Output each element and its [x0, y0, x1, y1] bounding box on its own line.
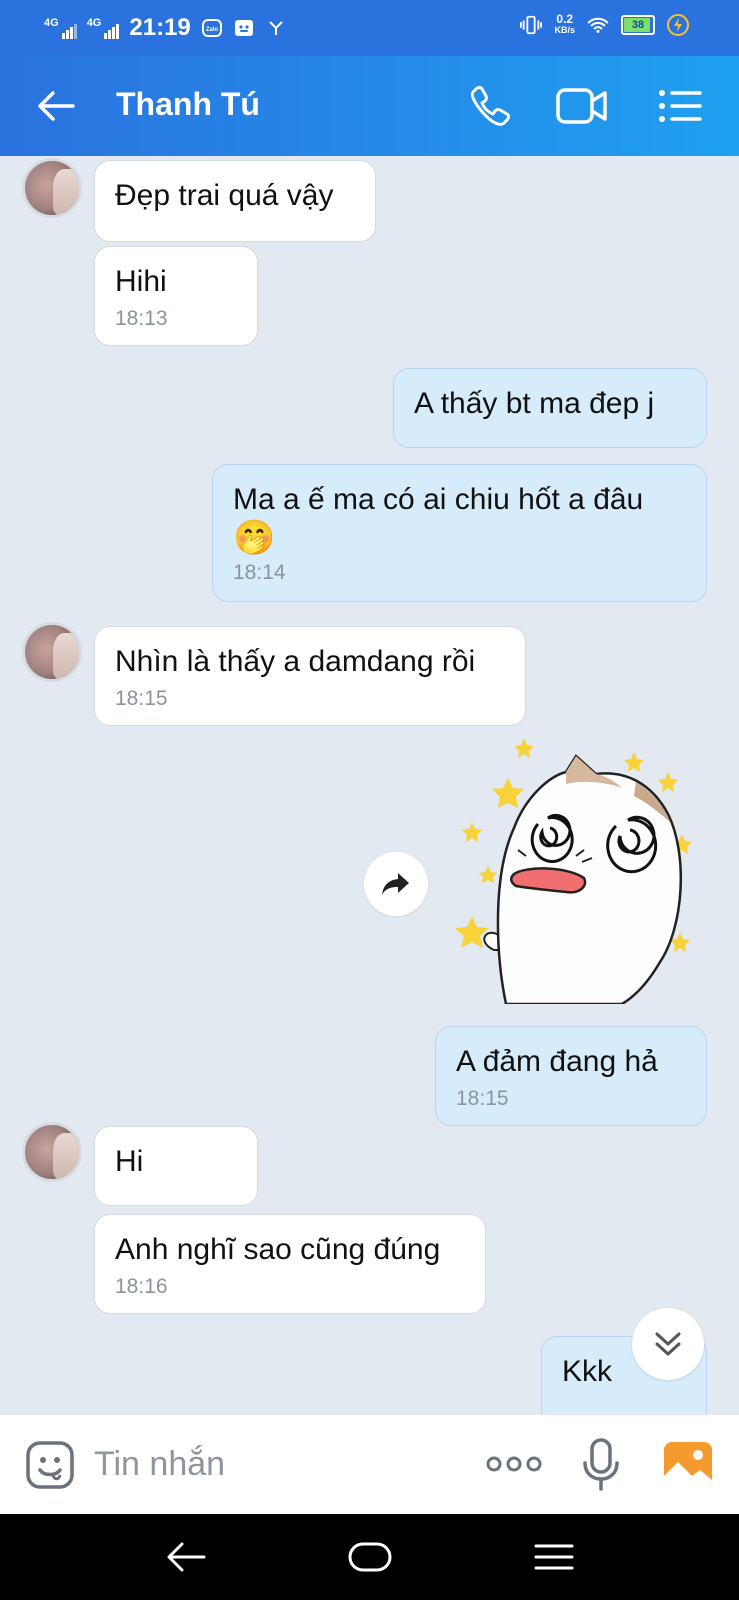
system-home-button[interactable] — [340, 1532, 400, 1582]
message-text: Ma a ế ma có ai chiu hốt a đâu — [233, 483, 644, 516]
incoming-message[interactable]: Hi — [94, 1126, 258, 1206]
network-type-label: 4G — [44, 17, 59, 29]
status-time: 21:19 — [129, 14, 191, 41]
message-time: 18:15 — [456, 1087, 509, 1110]
battery-level: 38 — [631, 19, 645, 31]
outgoing-message[interactable]: Ma a ế ma có ai chiu hốt a đâu 🤭 18:14 — [212, 464, 707, 602]
message-text: Hihi — [115, 265, 167, 298]
conversation-title[interactable]: Thanh Tú — [116, 86, 260, 123]
data-speed-unit: KB/s — [554, 25, 575, 35]
more-options-button[interactable] — [484, 1449, 544, 1479]
phone-icon — [470, 86, 510, 126]
message-input-bar: Tin nhắn — [0, 1414, 739, 1515]
messenger-notification-icon — [265, 17, 287, 39]
data-speed-value: 0.2 — [556, 12, 574, 26]
message-time: 18:16 — [115, 1275, 168, 1298]
message-text: Anh nghĩ sao cũng đúng — [115, 1233, 441, 1266]
zalo-notification-icon: Zalo — [201, 17, 223, 39]
nav-back-icon — [167, 1542, 206, 1572]
sticker-image[interactable] — [455, 736, 696, 1006]
message-time: 18:15 — [115, 687, 168, 710]
contact-avatar[interactable] — [22, 622, 82, 682]
nav-home-icon — [348, 1542, 392, 1572]
message-text: Đẹp trai quá vậy — [115, 179, 334, 212]
sticker-button[interactable] — [24, 1439, 76, 1491]
signal-icon: 4G — [44, 17, 77, 39]
message-text: A thấy bt ma đep j — [414, 387, 655, 420]
status-bar: 4G 4G 21:19 Zalo 0.2 KB/s 38 — [0, 0, 739, 56]
incoming-message[interactable]: Hihi 18:13 — [94, 246, 258, 346]
wifi-icon — [587, 14, 609, 36]
vibrate-icon — [520, 14, 543, 36]
forward-arrow-icon — [382, 873, 409, 895]
message-text: A đảm đang hả — [456, 1045, 658, 1078]
network-type-label: 4G — [86, 17, 102, 29]
system-recents-button[interactable] — [524, 1532, 584, 1582]
nav-menu-icon — [534, 1544, 574, 1570]
message-input[interactable]: Tin nhắn — [94, 1445, 225, 1484]
contact-avatar[interactable] — [22, 1122, 82, 1182]
svg-text:Zalo: Zalo — [206, 27, 219, 33]
outgoing-message[interactable]: A đảm đang hả 18:15 — [435, 1026, 707, 1126]
emoji-hand-over-mouth: 🤭 — [233, 519, 276, 557]
incoming-message[interactable]: Anh nghĩ sao cũng đúng 18:16 — [94, 1214, 486, 1314]
video-call-icon — [556, 88, 607, 124]
incoming-message[interactable]: Đẹp trai quá vậy — [94, 160, 376, 242]
system-back-button[interactable] — [156, 1532, 216, 1582]
message-time: 18:14 — [233, 561, 286, 584]
system-navigation-bar — [0, 1514, 739, 1600]
charging-icon — [667, 14, 689, 36]
app-notification-icon — [233, 17, 255, 39]
voice-record-button[interactable] — [578, 1435, 624, 1495]
video-call-button[interactable] — [554, 78, 610, 134]
battery-icon: 38 — [621, 15, 655, 35]
data-speed: 0.2 KB/s — [554, 12, 575, 36]
message-text: Nhìn là thấy a damdang rồi — [115, 645, 476, 678]
message-list[interactable]: Đẹp trai quá vậy Hihi 18:13 A thấy bt ma… — [0, 156, 739, 1414]
options-menu-button[interactable] — [652, 78, 708, 134]
menu-list-icon — [659, 90, 702, 122]
microphone-icon — [583, 1438, 619, 1491]
scroll-to-bottom-button[interactable] — [632, 1308, 704, 1380]
contact-avatar[interactable] — [22, 158, 82, 218]
outgoing-message[interactable]: A thấy bt ma đep j — [393, 368, 707, 448]
chat-header: Thanh Tú — [0, 56, 739, 156]
message-text: Hi — [115, 1145, 144, 1178]
gallery-button[interactable] — [660, 1437, 716, 1493]
message-text: Kkk — [562, 1355, 613, 1388]
double-chevron-down-icon — [655, 1332, 681, 1356]
voice-call-button[interactable] — [462, 78, 518, 134]
more-dots-icon — [486, 1456, 542, 1472]
forward-button[interactable] — [364, 852, 428, 916]
incoming-message[interactable]: Nhìn là thấy a damdang rồi 18:15 — [94, 626, 526, 726]
back-button[interactable] — [28, 78, 84, 134]
back-arrow-icon — [38, 91, 75, 121]
image-gallery-icon — [664, 1442, 712, 1488]
message-time: 18:13 — [115, 307, 168, 330]
sticker-face-icon — [26, 1441, 74, 1489]
signal-icon: 4G — [87, 17, 120, 39]
